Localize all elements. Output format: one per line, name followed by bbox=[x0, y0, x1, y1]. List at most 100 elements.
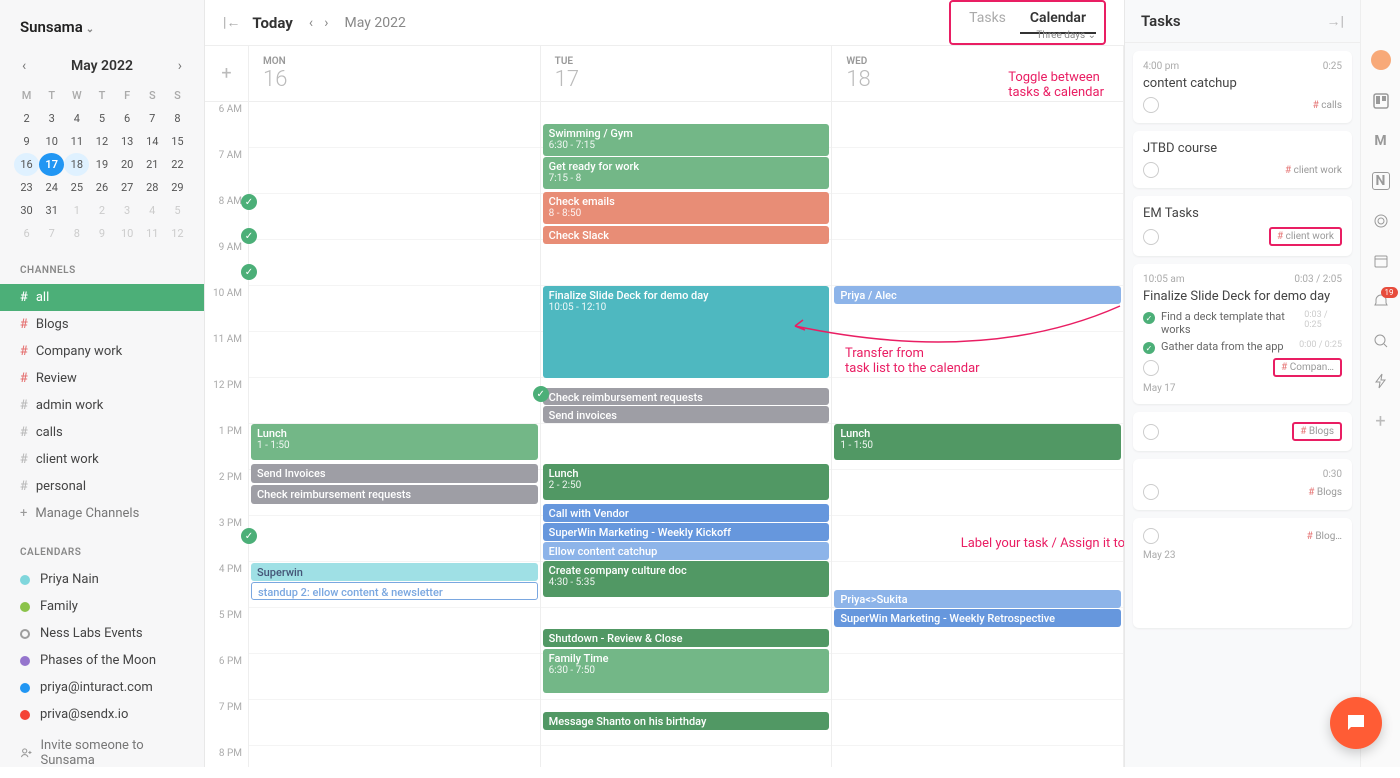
hour-slot[interactable] bbox=[249, 332, 540, 378]
expand-tasks-icon[interactable]: →| bbox=[1326, 13, 1344, 30]
task-channel-tag[interactable]: # calls bbox=[1313, 100, 1342, 111]
mini-cal-day[interactable]: 23 bbox=[14, 176, 39, 199]
mini-cal-day[interactable]: 15 bbox=[165, 130, 190, 153]
calendar-event[interactable]: Create company culture doc4:30 - 5:35 bbox=[543, 561, 830, 597]
hour-slot[interactable] bbox=[832, 194, 1123, 240]
app-icon-bolt[interactable] bbox=[1372, 372, 1390, 390]
hour-slot[interactable] bbox=[249, 286, 540, 332]
app-icon-asana[interactable] bbox=[1371, 50, 1391, 70]
calendar-item[interactable]: Family bbox=[0, 593, 204, 620]
collapse-sidebar-icon[interactable]: |← bbox=[223, 14, 240, 31]
hour-slot[interactable] bbox=[832, 148, 1123, 194]
mini-cal-day[interactable]: 20 bbox=[115, 153, 140, 176]
mini-cal-next[interactable]: › bbox=[174, 56, 186, 76]
channel-item[interactable]: #calls bbox=[0, 419, 204, 446]
manage-channels[interactable]: +Manage Channels bbox=[0, 500, 204, 527]
task-card[interactable]: # Blog…May 23 bbox=[1133, 518, 1352, 628]
mini-cal-day[interactable]: 29 bbox=[165, 176, 190, 199]
task-card[interactable]: 10:05 am0:03 / 2:05Finalize Slide Deck f… bbox=[1133, 264, 1352, 404]
mini-cal-day[interactable]: 3 bbox=[115, 199, 140, 222]
channel-item[interactable]: #client work bbox=[0, 446, 204, 473]
hour-slot[interactable] bbox=[249, 746, 540, 767]
mini-cal-day[interactable]: 9 bbox=[89, 222, 114, 245]
mini-cal-day[interactable]: 5 bbox=[165, 199, 190, 222]
mini-cal-day[interactable]: 7 bbox=[140, 107, 165, 130]
hour-slot[interactable] bbox=[249, 654, 540, 700]
task-card[interactable]: # Blogs bbox=[1133, 412, 1352, 451]
complete-toggle[interactable] bbox=[1143, 162, 1159, 178]
mini-cal-day[interactable]: 4 bbox=[140, 199, 165, 222]
mini-cal-day[interactable]: 26 bbox=[89, 176, 114, 199]
calendar-event[interactable]: standup 2: ellow content & newsletter bbox=[251, 582, 538, 600]
hour-slot[interactable] bbox=[249, 148, 540, 194]
mini-cal-day[interactable]: 30 bbox=[14, 199, 39, 222]
calendar-event[interactable]: SuperWin Marketing - Weekly Kickoff bbox=[543, 523, 830, 541]
calendar-item[interactable]: Priya Nain bbox=[0, 566, 204, 593]
channel-item[interactable]: #Blogs bbox=[0, 311, 204, 338]
calendar-event[interactable]: Send Invoices bbox=[251, 464, 538, 483]
mini-cal-day[interactable]: 3 bbox=[39, 107, 64, 130]
mini-cal-day[interactable]: 6 bbox=[14, 222, 39, 245]
task-card[interactable]: 0:30# Blogs bbox=[1133, 459, 1352, 510]
task-channel-tag[interactable]: # client work bbox=[1269, 227, 1342, 246]
calendar-event[interactable]: Swimming / Gym6:30 - 7:15 bbox=[543, 124, 830, 156]
app-icon-trello[interactable] bbox=[1372, 92, 1390, 110]
hour-slot[interactable] bbox=[249, 102, 540, 148]
hour-slot[interactable] bbox=[249, 240, 540, 286]
calendar-event[interactable]: Lunch1 - 1:50 bbox=[834, 424, 1121, 460]
task-card[interactable]: EM Tasks# client work bbox=[1133, 196, 1352, 256]
hour-slot[interactable] bbox=[249, 516, 540, 562]
mini-cal-day[interactable]: 12 bbox=[89, 130, 114, 153]
calendar-event[interactable]: Shutdown - Review & Close bbox=[543, 629, 830, 647]
mini-cal-day[interactable]: 4 bbox=[64, 107, 89, 130]
mini-cal-prev[interactable]: ‹ bbox=[18, 56, 30, 76]
calendar-event[interactable]: Check emails8 - 8:50 bbox=[543, 192, 830, 224]
hour-slot[interactable] bbox=[249, 700, 540, 746]
mini-cal-day[interactable]: 8 bbox=[165, 107, 190, 130]
mini-cal-day[interactable]: 11 bbox=[64, 130, 89, 153]
mini-cal-day[interactable]: 8 bbox=[64, 222, 89, 245]
mini-cal-day[interactable]: 11 bbox=[140, 222, 165, 245]
hour-slot[interactable] bbox=[249, 608, 540, 654]
mini-cal-day[interactable]: 18 bbox=[64, 153, 89, 176]
intercom-launcher[interactable] bbox=[1330, 697, 1382, 749]
calendar-event[interactable]: Send invoices bbox=[543, 406, 830, 423]
app-icon-add[interactable]: + bbox=[1372, 412, 1390, 430]
mini-cal-day[interactable]: 9 bbox=[14, 130, 39, 153]
hour-slot[interactable] bbox=[541, 240, 832, 286]
task-card[interactable]: 4:00 pm0:25content catchup# calls bbox=[1133, 51, 1352, 123]
calendar-event[interactable]: Message Shanto on his birthday bbox=[543, 712, 830, 730]
app-icon-calendar[interactable] bbox=[1372, 252, 1390, 270]
complete-toggle[interactable] bbox=[1143, 360, 1159, 376]
task-channel-tag[interactable]: # Blogs bbox=[1292, 422, 1342, 441]
task-card[interactable]: JTBD course# client work bbox=[1133, 131, 1352, 188]
mini-cal-day[interactable]: 31 bbox=[39, 199, 64, 222]
day-header[interactable]: MON16 bbox=[249, 46, 540, 102]
tab-tasks[interactable]: Tasks bbox=[959, 4, 1016, 41]
mini-cal-day[interactable]: 25 bbox=[64, 176, 89, 199]
complete-toggle[interactable] bbox=[1143, 229, 1159, 245]
calendar-item[interactable]: priya@inturact.com bbox=[0, 674, 204, 701]
task-channel-tag[interactable]: # Blog… bbox=[1307, 531, 1342, 542]
today-button[interactable]: Today bbox=[252, 14, 292, 32]
view-range-dropdown[interactable]: Three days ⌄ bbox=[1020, 30, 1096, 41]
complete-toggle[interactable] bbox=[1143, 424, 1159, 440]
mini-cal-day[interactable]: 19 bbox=[89, 153, 114, 176]
task-channel-tag[interactable]: # Compan… bbox=[1273, 358, 1342, 377]
mini-cal-day[interactable]: 10 bbox=[39, 130, 64, 153]
workspace-switcher[interactable]: Sunsama⌄ bbox=[0, 12, 204, 52]
day-header[interactable]: TUE17 bbox=[541, 46, 832, 102]
complete-toggle[interactable] bbox=[1143, 528, 1159, 544]
complete-toggle[interactable] bbox=[1143, 484, 1159, 500]
invite-link[interactable]: Invite someone to Sunsama bbox=[0, 728, 204, 778]
calendar-event[interactable]: Family Time6:30 - 7:50 bbox=[543, 649, 830, 693]
calendar-event[interactable]: Priya / Alec bbox=[834, 286, 1121, 304]
hour-slot[interactable] bbox=[832, 470, 1123, 516]
calendar-event[interactable]: Finalize Slide Deck for demo day10:05 - … bbox=[543, 286, 830, 378]
mini-cal-day[interactable]: 28 bbox=[140, 176, 165, 199]
calendar-event[interactable]: SuperWin Marketing - Weekly Retrospectiv… bbox=[834, 609, 1121, 627]
calendar-item[interactable]: Ness Labs Events bbox=[0, 620, 204, 647]
calendar-event[interactable]: Lunch2 - 2:50 bbox=[543, 464, 830, 500]
app-icon-gmail[interactable]: M bbox=[1372, 132, 1390, 150]
hour-slot[interactable] bbox=[832, 102, 1123, 148]
